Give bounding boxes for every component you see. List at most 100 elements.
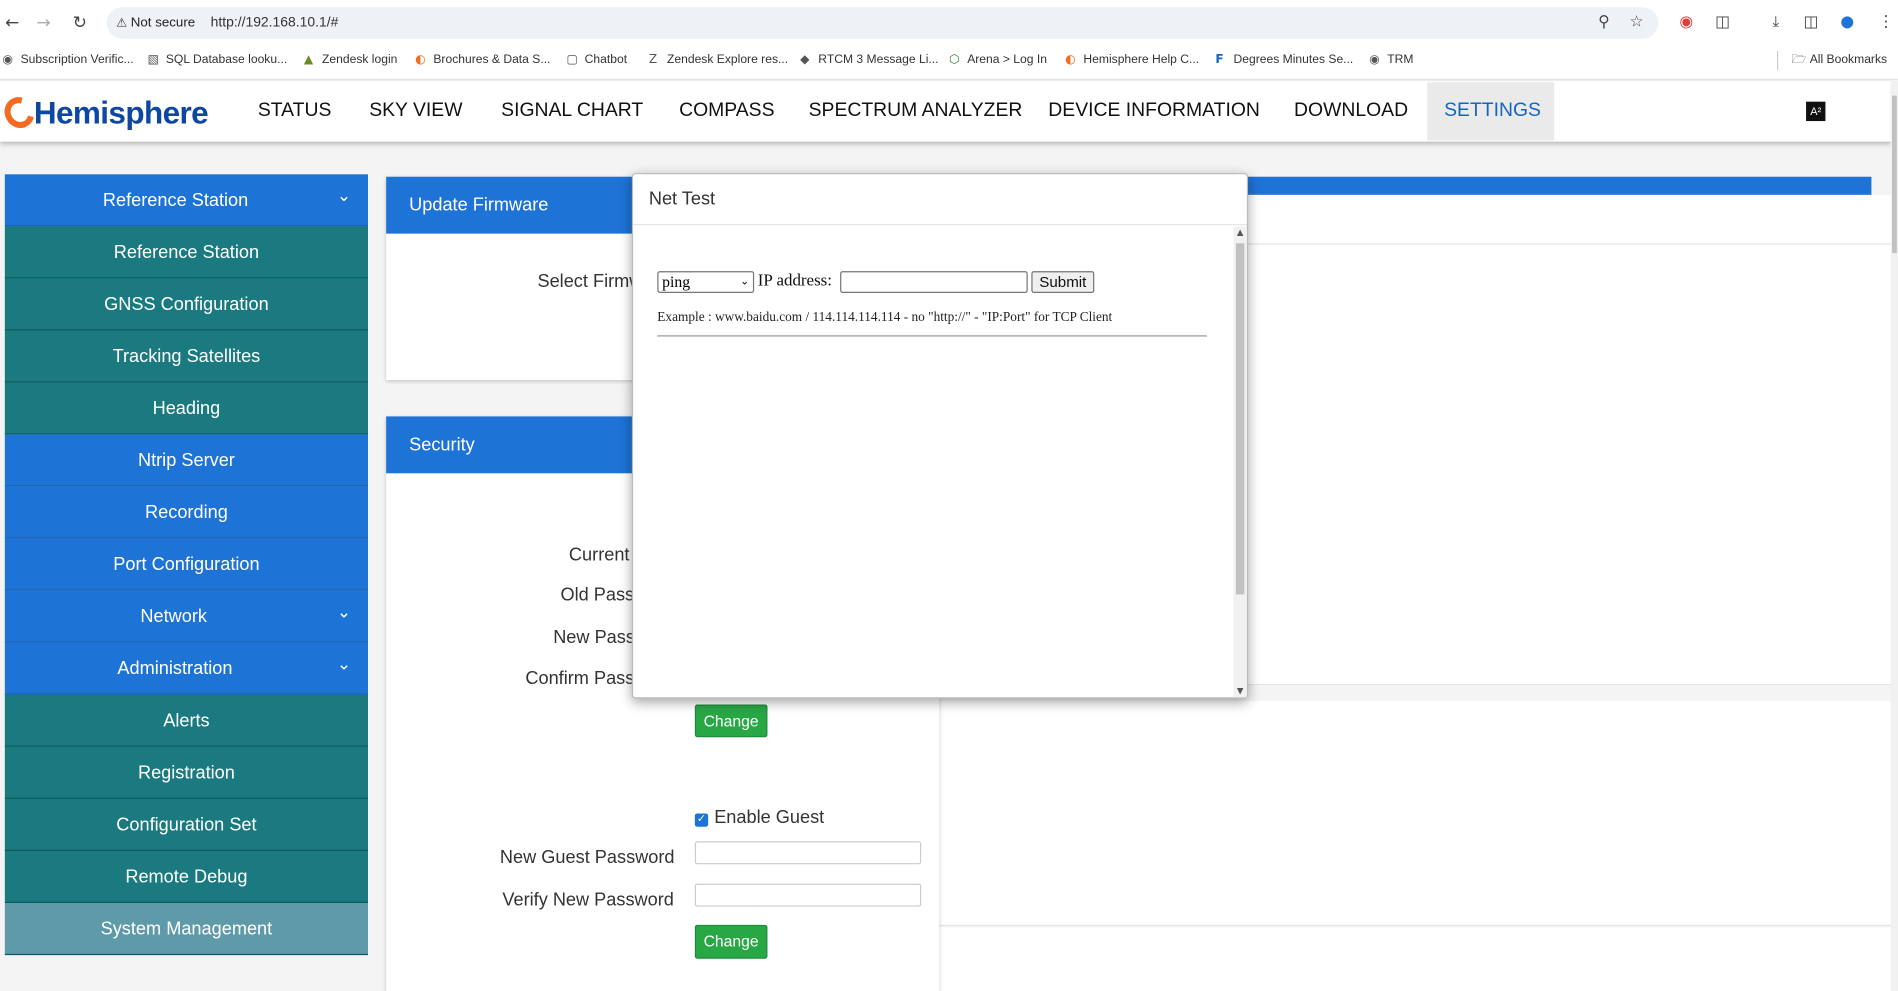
sidebar-item-configuration-set[interactable]: Configuration Set [4, 798, 368, 851]
nav-compass[interactable]: COMPASS [662, 82, 791, 140]
sidebar-item-reference-station[interactable]: Reference Station [4, 226, 368, 279]
bookmark-label: Arena > Log In [967, 53, 1047, 67]
fcc-icon: F [1215, 53, 1224, 67]
menu-kebab-icon[interactable]: ⋮ [1875, 12, 1897, 34]
sidebar-item-tracking-satellites[interactable]: Tracking Satellites [4, 330, 368, 383]
enable-guest-checkbox[interactable]: ✓ [694, 813, 709, 827]
bookmarks-bar: ◉ Subscription Verific... ▧ SQL Database l… [0, 48, 1898, 72]
modal-scrollbar-thumb[interactable] [1235, 243, 1245, 595]
profile-avatar-icon[interactable]: ● [1836, 12, 1858, 34]
extensions-puzzle-icon[interactable]: ◫ [1712, 12, 1734, 34]
nav-signal-chart[interactable]: SIGNAL CHART [484, 82, 660, 140]
example-text: Example : www.baidu.com / 114.114.114.11… [657, 309, 1113, 325]
all-bookmarks-label: All Bookmarks [1809, 53, 1888, 67]
scroll-up-icon[interactable]: ▲ [1233, 228, 1246, 238]
page-scrollbar-thumb[interactable] [1892, 95, 1897, 253]
bookmarks-divider [1777, 50, 1779, 71]
all-bookmarks[interactable]: 🗁 All Bookmarks [1792, 48, 1888, 72]
sidebar-item-gnss-configuration[interactable]: GNSS Configuration [4, 278, 368, 331]
page-scrollbar[interactable] [1890, 81, 1898, 991]
back-icon[interactable]: ← [0, 11, 24, 35]
change-password-button[interactable]: Change [694, 704, 768, 738]
modal-title: Net Test [648, 188, 716, 210]
arena-icon: ⬡ [949, 53, 960, 67]
hemisphere-icon: ◐ [1065, 53, 1076, 67]
extension-red-icon[interactable]: ◉ [1675, 12, 1697, 34]
sidebar-item-alerts[interactable]: Alerts [4, 694, 368, 747]
sidebar-item-system-management[interactable]: System Management [4, 903, 368, 956]
security-label: Not secure [130, 15, 196, 31]
net-test-tool-select[interactable]: ping ⌄ [657, 271, 755, 293]
hemisphere-icon: ◐ [415, 53, 426, 67]
bookmark-item[interactable]: ◉ TRM [1369, 48, 1413, 72]
modal-divider [633, 223, 1247, 226]
bookmark-item[interactable]: ◐ Brochures & Data S... [415, 48, 550, 72]
example-divider [657, 335, 1207, 337]
chevron-down-icon: ⌄ [740, 275, 750, 289]
sidebar-item-remote-debug[interactable]: Remote Debug [4, 850, 368, 904]
submit-button[interactable]: Submit [1031, 271, 1095, 293]
address-bar[interactable] [106, 7, 1659, 39]
bookmark-item[interactable]: ▧ SQL Database looku... [148, 48, 288, 72]
bookmark-label: Degrees Minutes Se... [1233, 53, 1354, 67]
sidebar-item-port-configuration[interactable]: Port Configuration [4, 538, 368, 591]
translate-icon[interactable]: A² [1806, 101, 1826, 122]
zendesk-explore-icon: Z [648, 53, 658, 67]
forward-icon[interactable]: → [31, 11, 55, 35]
bookmark-item[interactable]: ▢ Chatbot [567, 48, 628, 72]
url-text[interactable]: http://192.168.10.1/# [211, 7, 339, 38]
sidebar-group-reference-station[interactable]: Reference Station ⌄ [4, 174, 368, 227]
sidebar-item-label: Administration [117, 658, 233, 680]
lower-right-panel [939, 700, 1891, 927]
sidebar-item-label: Reference Station [102, 190, 249, 211]
nav-status[interactable]: STATUS [241, 82, 348, 140]
bookmark-label: Zendesk Explore res... [666, 53, 789, 67]
nav-settings[interactable]: SETTINGS [1427, 82, 1555, 141]
sidebar-group-administration[interactable]: Administration ⌄ [4, 642, 368, 695]
reload-icon[interactable]: ↻ [68, 11, 92, 35]
sidebar-item-ntrip-server[interactable]: Ntrip Server [4, 434, 368, 487]
chevron-double-down-icon: ⌄ [336, 186, 352, 206]
bookmark-label: SQL Database looku... [165, 53, 288, 67]
right-panel-header [1248, 176, 1872, 195]
net-test-modal: Net Test ping ⌄ IP address: Submit Exampl… [631, 173, 1249, 699]
nav-download[interactable]: DOWNLOAD [1277, 82, 1425, 140]
verify-new-password-label: Verify New Password [502, 889, 674, 911]
new-password-label: New Password [553, 627, 632, 648]
sidebar-item-recording[interactable]: Recording [4, 486, 368, 539]
ip-address-label: IP address: [757, 272, 832, 291]
bottom-right-panel [939, 927, 1891, 991]
bookmark-item[interactable]: ◐ Hemisphere Help C... [1065, 48, 1199, 72]
sidebar: Reference Station ⌄ Reference Station GNS… [4, 174, 368, 956]
bookmark-star-icon[interactable]: ☆ [1626, 12, 1648, 34]
globe-icon: ◉ [1369, 53, 1380, 67]
zoom-icon[interactable]: ⚲ [1593, 12, 1615, 34]
globe-icon: ◉ [2, 53, 13, 67]
modal-scrollbar[interactable]: ▲ ▼ [1233, 226, 1247, 698]
zendesk-icon: ▲ [303, 53, 314, 67]
bookmark-label: Brochures & Data S... [433, 53, 551, 67]
sidebar-item-heading[interactable]: Heading [4, 382, 368, 435]
bookmark-item[interactable]: ▲ Zendesk login [304, 48, 398, 72]
right-panel-divider [1248, 243, 1891, 245]
ip-address-input[interactable] [840, 271, 1028, 293]
bookmark-item[interactable]: F Degrees Minutes Se... [1215, 48, 1353, 72]
nav-spectrum-analyzer[interactable]: SPECTRUM ANALYZER [792, 82, 1040, 140]
side-panel-icon[interactable]: ◫ [1800, 12, 1822, 34]
bookmark-item[interactable]: ⬡ Arena > Log In [949, 48, 1047, 72]
bookmark-item[interactable]: ◆ RTCM 3 Message Li... [800, 48, 938, 72]
current-user-label: Current [568, 544, 630, 566]
security-indicator[interactable]: ⚠ Not secure [116, 7, 195, 38]
chatbot-icon: ▢ [566, 53, 578, 67]
verify-new-password-input[interactable] [694, 883, 922, 907]
nav-device-information[interactable]: DEVICE INFORMATION [1031, 82, 1277, 140]
download-icon[interactable]: ⤓ [1765, 12, 1787, 34]
bookmark-item[interactable]: ◉ Subscription Verific... [2, 48, 133, 72]
sidebar-group-network[interactable]: Network ⌄ [4, 590, 368, 643]
new-guest-password-input[interactable] [694, 841, 922, 865]
sidebar-item-registration[interactable]: Registration [4, 746, 368, 799]
bookmark-item[interactable]: Z Zendesk Explore res... [649, 48, 788, 72]
scroll-down-icon[interactable]: ▼ [1233, 686, 1246, 696]
nav-sky-view[interactable]: SKY VIEW [352, 82, 479, 140]
guest-change-button[interactable]: Change [694, 924, 768, 959]
